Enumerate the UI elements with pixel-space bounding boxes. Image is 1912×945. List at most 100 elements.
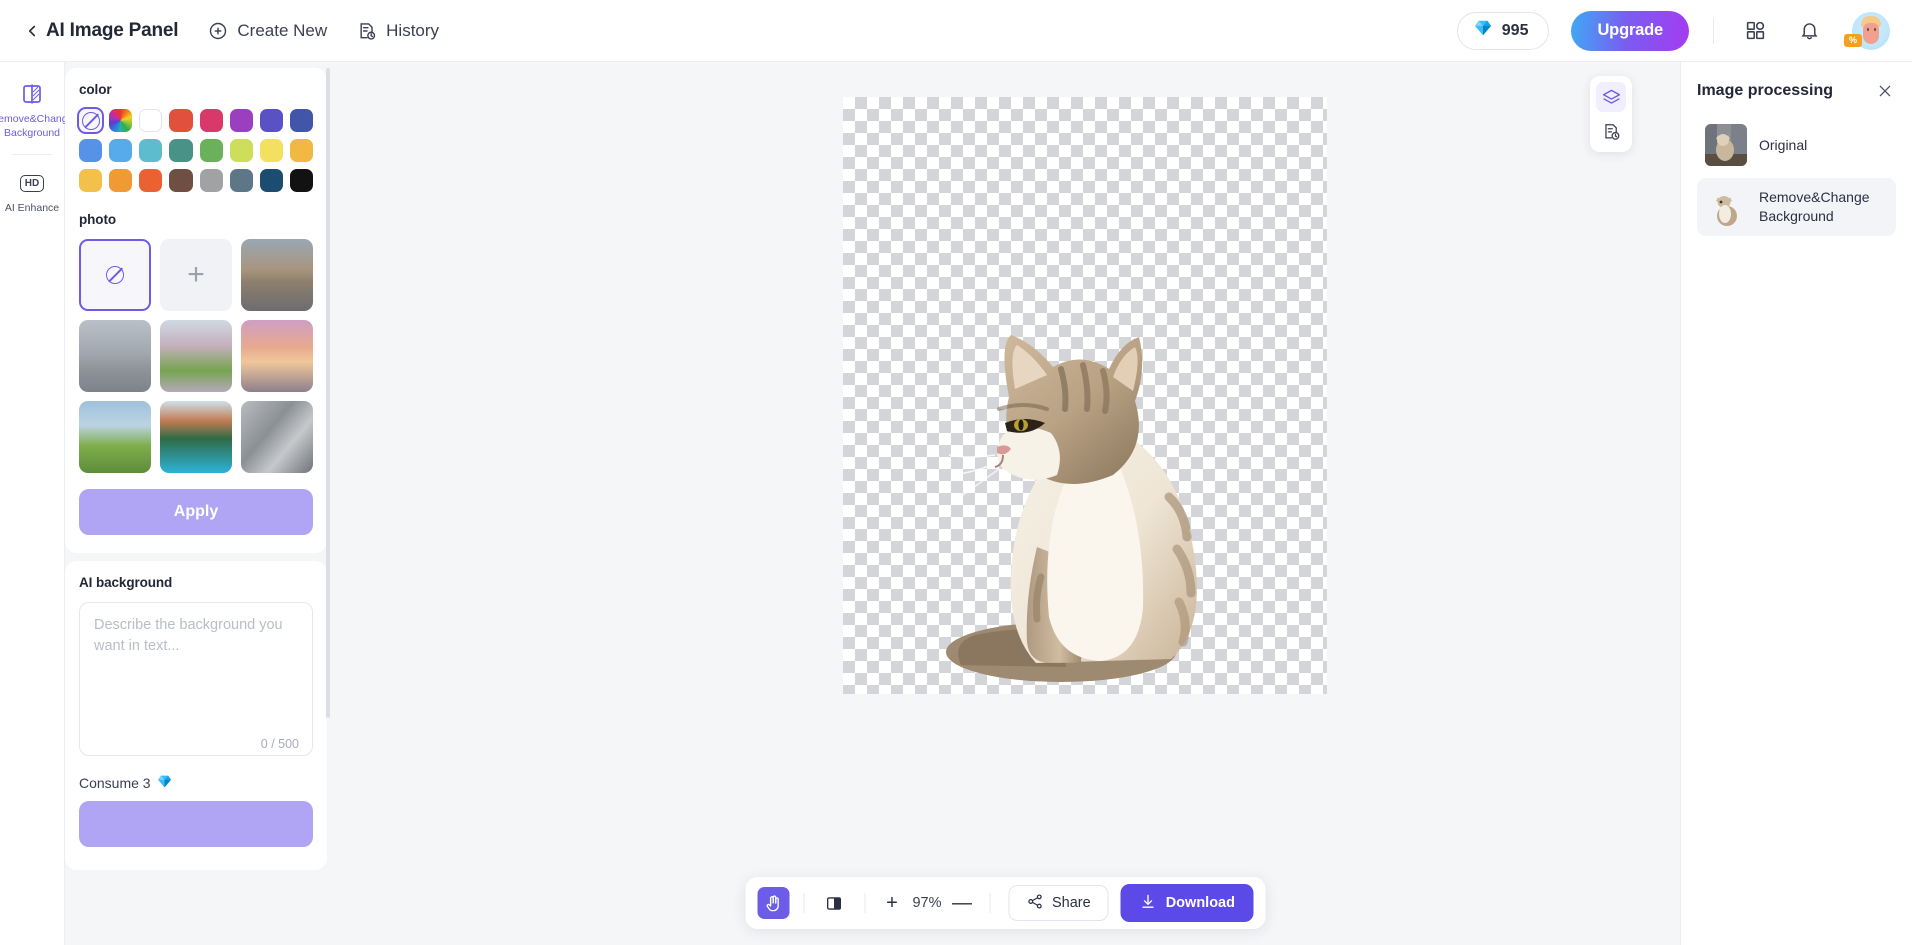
- remove-background-icon: [20, 82, 44, 106]
- color-swatch-brown[interactable]: [169, 169, 193, 193]
- color-swatch-green[interactable]: [199, 139, 223, 163]
- color-swatch-blue[interactable]: [79, 139, 103, 163]
- character-counter: 0 / 500: [260, 737, 299, 752]
- download-icon: [1140, 893, 1157, 914]
- ai-background-textarea[interactable]: [79, 602, 313, 757]
- color-section-title: color: [79, 82, 112, 97]
- photo-thumb-pink-sunset-lake[interactable]: [241, 320, 313, 393]
- color-swatch-cyan[interactable]: [139, 139, 163, 163]
- color-swatch-purple[interactable]: [229, 109, 253, 133]
- photo-thumb-none[interactable]: [79, 239, 151, 312]
- avatar[interactable]: %: [1844, 11, 1890, 50]
- color-swatch-deep-orange[interactable]: [139, 169, 163, 193]
- color-swatch-pink[interactable]: [199, 109, 223, 133]
- history-button[interactable]: History: [357, 21, 439, 41]
- image-processing-title: Image processing: [1697, 82, 1834, 99]
- color-swatch-navy[interactable]: [289, 109, 313, 133]
- create-new-button[interactable]: Create New: [208, 21, 327, 41]
- back-icon[interactable]: [18, 17, 46, 45]
- history-document-icon[interactable]: [1596, 116, 1626, 146]
- photo-thumb-upload[interactable]: +: [160, 239, 232, 312]
- photo-section-title: photo: [79, 212, 116, 228]
- processing-item-original[interactable]: Original: [1697, 116, 1896, 174]
- upgrade-button[interactable]: Upgrade: [1571, 10, 1689, 51]
- color-swatch-slate[interactable]: [229, 169, 253, 193]
- photo-thumb-mountain-lake[interactable]: [160, 401, 232, 474]
- color-swatch-red[interactable]: [169, 109, 193, 133]
- color-swatch-white[interactable]: [139, 109, 163, 133]
- photo-grid: +: [79, 239, 313, 474]
- hd-icon: HD: [19, 171, 45, 195]
- artboard-transparent-canvas[interactable]: [843, 97, 1327, 694]
- history-label: History: [386, 20, 440, 40]
- apply-button[interactable]: Apply: [79, 489, 313, 536]
- avatar-face: [1863, 22, 1879, 44]
- color-swatch-grid: [76, 106, 313, 193]
- download-label: Download: [1165, 895, 1235, 911]
- credits-button[interactable]: 995: [1456, 11, 1550, 50]
- color-swatch-lime[interactable]: [229, 139, 253, 163]
- color-swatch-amber[interactable]: [289, 139, 313, 163]
- rail-item-ai-enhance[interactable]: HD AI Enhance: [2, 161, 63, 225]
- split-compare-icon[interactable]: [818, 887, 850, 919]
- consume-label: Consume 3: [79, 775, 313, 791]
- zoom-level: 97%: [912, 895, 942, 911]
- download-button[interactable]: Download: [1120, 884, 1254, 922]
- grid-apps-icon[interactable]: [1738, 14, 1772, 48]
- photo-thumb-grey-abstract[interactable]: [241, 401, 313, 474]
- photo-thumb-blossom-tree[interactable]: [160, 320, 232, 393]
- settings-panel: color photo + Apply AI background 0 / 50…: [65, 62, 331, 945]
- thumbnail-original: [1705, 124, 1747, 166]
- canvas-bottom-toolbar: + 97% — Share Download: [745, 877, 1266, 929]
- image-processing-panel: Image processing Original Remove&Change …: [1680, 62, 1912, 945]
- color-swatch-dark-blue[interactable]: [259, 169, 283, 193]
- canvas-area[interactable]: + 97% — Share Download: [331, 62, 1680, 945]
- close-icon[interactable]: [1874, 80, 1896, 102]
- color-swatch-gold[interactable]: [79, 169, 103, 193]
- thumbnail-remove-background: [1705, 186, 1747, 228]
- photo-thumb-big-ben-london[interactable]: [79, 320, 151, 393]
- ai-background-card: AI background 0 / 500 Consume 3: [65, 561, 327, 871]
- consume-text: Consume 3: [79, 775, 151, 792]
- share-button[interactable]: Share: [1008, 885, 1109, 921]
- tool-rail: Remove&Change Background HD AI Enhance: [0, 62, 73, 945]
- settings-panel-scroll: color photo + Apply AI background 0 / 50…: [65, 62, 331, 945]
- processing-label-remove-background: Remove&Change Background: [1759, 189, 1870, 224]
- panel-scrollbar[interactable]: [326, 68, 330, 718]
- color-swatch-yellow[interactable]: [259, 139, 283, 163]
- color-swatch-rainbow-picker[interactable]: [109, 109, 133, 133]
- rail-item-remove-background[interactable]: Remove&Change Background: [0, 72, 73, 150]
- processing-label-original: Original: [1759, 136, 1808, 153]
- top-bar-right: 995 Upgrade %: [1456, 10, 1890, 51]
- avatar-discount-badge: %: [1844, 33, 1863, 47]
- color-swatch-black[interactable]: [289, 169, 313, 193]
- notification-bell-icon[interactable]: [1792, 14, 1826, 48]
- color-swatch-none[interactable]: [76, 106, 105, 135]
- photo-thumb-desert-road[interactable]: [241, 239, 313, 312]
- layers-icon[interactable]: [1596, 82, 1626, 112]
- photo-thumb-rainbow-field[interactable]: [79, 401, 151, 474]
- share-label: Share: [1052, 895, 1091, 911]
- color-swatch-teal[interactable]: [169, 139, 193, 163]
- toolbar-divider-1: [803, 893, 805, 913]
- processing-item-remove-background[interactable]: Remove&Change Background: [1697, 178, 1896, 236]
- gem-icon: [1474, 20, 1492, 41]
- app-root: AI Image Panel Create New History 995 Up…: [0, 0, 1912, 945]
- rail-divider: [12, 154, 52, 155]
- color-swatch-indigo[interactable]: [259, 109, 283, 133]
- color-swatch-orange[interactable]: [109, 169, 133, 193]
- hand-tool-icon[interactable]: [757, 887, 790, 919]
- floating-tool-panel: [1590, 76, 1632, 152]
- ai-background-title: AI background: [79, 575, 173, 591]
- avatar-eye-left: [1867, 27, 1869, 31]
- create-new-label: Create New: [237, 20, 328, 40]
- color-swatch-sky[interactable]: [109, 139, 133, 163]
- gem-icon-small: [157, 775, 172, 791]
- zoom-out-button[interactable]: —: [949, 890, 975, 916]
- top-bar-left: AI Image Panel Create New History: [18, 17, 469, 45]
- avatar-eye-right: [1874, 27, 1876, 31]
- zoom-in-button[interactable]: +: [879, 890, 905, 916]
- color-swatch-grey[interactable]: [199, 169, 223, 193]
- generate-button[interactable]: [79, 801, 313, 848]
- body: Remove&Change Background HD AI Enhance c…: [0, 62, 1912, 945]
